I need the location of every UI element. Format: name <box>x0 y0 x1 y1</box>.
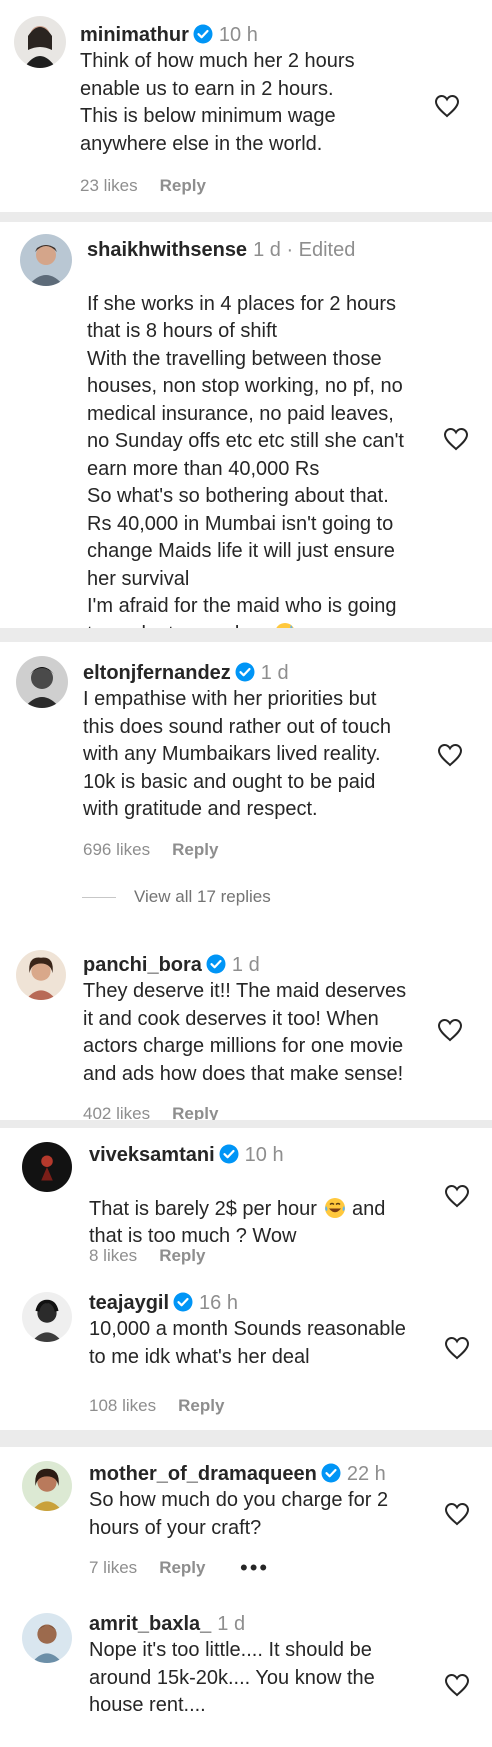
username[interactable]: viveksamtani <box>89 1144 215 1166</box>
comment-card: eltonjfernandez 1 d I empathise with her … <box>0 642 492 1120</box>
comment-meta: 108 likes Reply <box>89 1395 246 1417</box>
avatar[interactable] <box>14 16 66 68</box>
timestamp: 1 d <box>217 1613 246 1635</box>
username[interactable]: teajaygil <box>89 1292 169 1314</box>
grinning-sweat-emoji <box>274 622 296 628</box>
comment-header: amrit_baxla_ 1 d <box>89 1611 245 1637</box>
like-count[interactable]: 23 likes <box>80 176 138 195</box>
like-count[interactable]: 8 likes <box>89 1246 137 1265</box>
comment-item: eltonjfernandez 1 d I empathise with her … <box>0 642 492 872</box>
more-options-icon[interactable]: ••• <box>240 1557 269 1579</box>
verified-badge-icon <box>193 24 213 44</box>
like-count[interactable]: 696 likes <box>83 840 150 859</box>
like-heart-icon[interactable] <box>444 1502 470 1526</box>
verified-badge-icon <box>321 1463 341 1483</box>
comment-header: mother_of_dramaqueen 22 h <box>89 1461 386 1487</box>
like-count[interactable]: 108 likes <box>89 1396 156 1415</box>
comment-text: Think of how much her 2 hours enable us … <box>80 50 355 155</box>
timestamp: 1 d <box>253 239 281 261</box>
avatar[interactable] <box>22 1142 72 1192</box>
reply-item: panchi_bora 1 d They deserve it!! The mai… <box>0 928 492 1120</box>
reply-button[interactable]: Reply <box>159 1558 205 1577</box>
comment-meta: 7 likes Reply <box>89 1557 227 1579</box>
username[interactable]: panchi_bora <box>83 954 202 976</box>
timestamp: 16 h <box>199 1292 238 1314</box>
avatar[interactable] <box>16 950 66 1000</box>
comment-item: mother_of_dramaqueen 22 h So how much do … <box>0 1447 492 1593</box>
comment-meta: 696 likes Reply <box>83 839 240 861</box>
view-replies-button[interactable]: View all 17 replies <box>82 887 271 907</box>
reply-button[interactable]: Reply <box>172 1104 218 1120</box>
username[interactable]: amrit_baxla_ <box>89 1613 211 1635</box>
comment-body: If she works in 4 places for 2 hours tha… <box>87 292 404 629</box>
verified-badge-icon <box>235 662 255 682</box>
comment-text: 10,000 a month Sounds reasonable to me i… <box>89 1318 406 1368</box>
comment-header: teajaygil 16 h <box>89 1290 238 1316</box>
verified-badge-icon <box>206 954 226 974</box>
comment-card: shaikhwithsense 1 d · Edited If she works… <box>0 222 492 628</box>
edited-label: · Edited <box>286 239 356 261</box>
comment-header: minimathur 10 h <box>80 22 258 48</box>
like-heart-icon[interactable] <box>444 1184 470 1208</box>
comment-text: I empathise with her priorities but this… <box>83 688 391 820</box>
comment-text: So how much do you charge for 2 hours of… <box>89 1489 389 1539</box>
comment-item: viveksamtani 10 h That is barely 2$ per h… <box>0 1128 492 1278</box>
comment-header: panchi_bora 1 d <box>83 952 260 978</box>
timestamp: 10 h <box>218 24 258 46</box>
comment-card: mother_of_dramaqueen 22 h So how much do … <box>0 1447 492 1747</box>
username[interactable]: eltonjfernandez <box>83 662 231 684</box>
comment-meta: 8 likes Reply <box>89 1245 227 1267</box>
reply-button[interactable]: Reply <box>159 1246 205 1265</box>
like-heart-icon[interactable] <box>437 1018 463 1042</box>
avatar[interactable] <box>20 234 72 286</box>
reply-item: amrit_baxla_ 1 d Nope it's too little....… <box>0 1599 492 1747</box>
comment-text: Nope it's too little.... It should be ar… <box>89 1639 375 1716</box>
comment-card: minimathur 10 h Think of how much her 2 h… <box>0 0 492 212</box>
comment-header: viveksamtani 10 h <box>89 1142 284 1168</box>
like-heart-icon[interactable] <box>434 94 460 118</box>
reply-button[interactable]: Reply <box>178 1396 224 1415</box>
timestamp: 22 h <box>346 1463 386 1485</box>
username[interactable]: minimathur <box>80 24 189 46</box>
view-replies-label[interactable]: View all 17 replies <box>134 887 271 906</box>
like-count[interactable]: 7 likes <box>89 1558 137 1577</box>
comment-header: eltonjfernandez 1 d <box>83 660 289 686</box>
like-heart-icon[interactable] <box>437 743 463 767</box>
comment-text: If she works in 4 places for 2 hours tha… <box>87 263 404 628</box>
comment-meta: 402 likes Reply <box>83 1103 240 1120</box>
comment-body-part1: That is barely 2$ per hour <box>89 1197 317 1220</box>
reply-button[interactable]: Reply <box>172 840 218 859</box>
username[interactable]: mother_of_dramaqueen <box>89 1463 317 1485</box>
timestamp: 1 d <box>231 954 260 976</box>
avatar[interactable] <box>22 1461 72 1511</box>
avatar[interactable] <box>16 656 68 708</box>
tears-of-joy-emoji <box>324 1197 346 1219</box>
comment-item: shaikhwithsense 1 d · Edited If she works… <box>0 222 492 628</box>
like-heart-icon[interactable] <box>444 1336 470 1360</box>
like-heart-icon[interactable] <box>444 1673 470 1697</box>
reply-button[interactable]: Reply <box>160 176 206 195</box>
replies-divider <box>82 897 116 899</box>
comment-text: That is barely 2$ per hour and that is t… <box>89 1168 385 1251</box>
comment-card: viveksamtani 10 h That is barely 2$ per h… <box>0 1128 492 1430</box>
like-heart-icon[interactable] <box>443 427 469 451</box>
timestamp: 1 d <box>260 662 289 684</box>
username[interactable]: shaikhwithsense <box>87 239 247 261</box>
comment-header: shaikhwithsense 1 d · Edited <box>87 237 355 263</box>
verified-badge-icon <box>173 1292 193 1312</box>
comment-item: minimathur 10 h Think of how much her 2 h… <box>0 0 492 212</box>
reply-item: teajaygil 16 h 10,000 a month Sounds reas… <box>0 1278 492 1430</box>
avatar[interactable] <box>22 1292 72 1342</box>
timestamp: 10 h <box>244 1144 284 1166</box>
verified-badge-icon <box>219 1144 239 1164</box>
like-count[interactable]: 402 likes <box>83 1104 150 1120</box>
avatar[interactable] <box>22 1613 72 1663</box>
comment-text: They deserve it!! The maid deserves it a… <box>83 980 407 1085</box>
comment-meta: 23 likes Reply <box>80 175 228 197</box>
